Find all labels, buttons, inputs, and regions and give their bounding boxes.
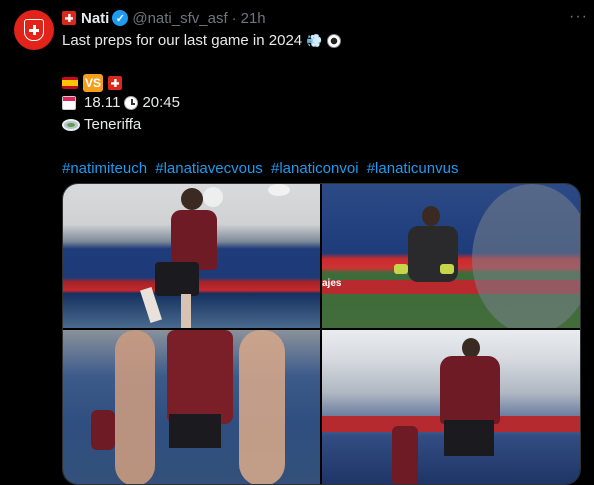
calendar-icon xyxy=(62,96,76,110)
tweet-text-line: Last preps for our last game in 2024 💨 xyxy=(62,30,578,52)
profile-avatar[interactable] xyxy=(14,10,54,50)
swiss-crest-icon xyxy=(24,19,44,41)
photo-board-text: ajes xyxy=(322,278,342,289)
hashtag-link[interactable]: #natimiteuch xyxy=(62,160,147,177)
separator-dot: · xyxy=(231,9,237,27)
match-time: 20:45 xyxy=(142,94,180,111)
spain-flag-icon xyxy=(62,77,78,89)
user-handle[interactable]: @nati_sfv_asf xyxy=(132,10,227,27)
vs-badge: VS xyxy=(83,74,103,92)
hashtag-link[interactable]: #lanatiavecvous xyxy=(155,160,263,177)
clock-icon xyxy=(124,96,139,110)
media-grid: ajes xyxy=(62,183,581,485)
hashtag-link[interactable]: #lanaticonvoi xyxy=(271,160,359,177)
tweet-header: Nati ✓ @nati_sfv_asf · 21h xyxy=(62,8,578,28)
photo-goalkeeper[interactable]: ajes xyxy=(322,184,580,328)
timestamp[interactable]: 21h xyxy=(241,10,266,27)
more-options-icon[interactable]: ··· xyxy=(569,8,588,26)
tweet-body: Nati ✓ @nati_sfv_asf · 21h Last preps fo… xyxy=(62,8,578,180)
matchup-line: VS xyxy=(62,74,578,92)
dash-icon: 💨 xyxy=(306,33,323,48)
photo-group-warmup[interactable] xyxy=(63,330,320,484)
stadium-icon xyxy=(62,119,80,131)
verified-badge-icon: ✓ xyxy=(112,10,129,26)
venue: Teneriffa xyxy=(84,116,142,133)
photo-player-ball-control[interactable] xyxy=(322,330,580,484)
hashtag-link[interactable]: #lanaticunvus xyxy=(367,160,459,177)
venue-line: Teneriffa xyxy=(62,114,578,136)
swiss-flag-icon xyxy=(62,11,76,25)
datetime-line: 18.11 20:45 xyxy=(62,92,578,114)
swiss-flag-icon xyxy=(108,76,122,90)
display-name[interactable]: Nati xyxy=(81,10,109,27)
photo-player-juggling[interactable] xyxy=(63,184,320,328)
hashtags: #natimiteuch #lanatiavecvous #lanaticonv… xyxy=(62,158,578,180)
match-date: 18.11 xyxy=(84,94,121,111)
soccer-ball-icon xyxy=(326,33,342,49)
tweet-text: Last preps for our last game in 2024 xyxy=(62,32,303,49)
